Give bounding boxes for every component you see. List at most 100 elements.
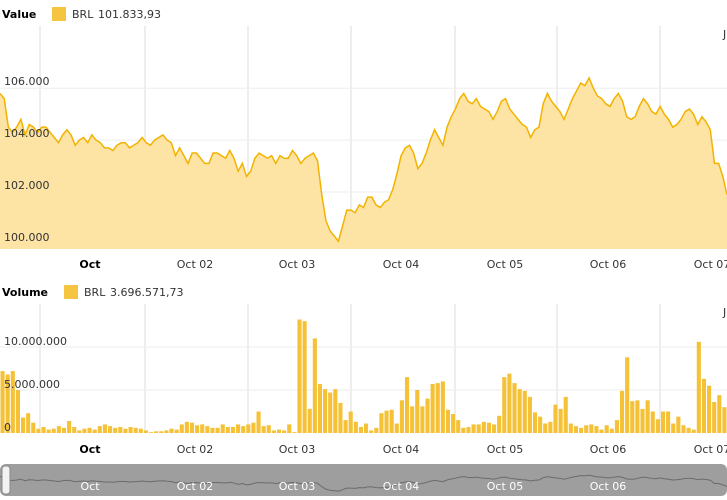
volume-bar[interactable]: [527, 396, 532, 433]
volume-bar[interactable]: [195, 425, 200, 433]
volume-bar[interactable]: [491, 424, 497, 433]
volume-bar[interactable]: [67, 420, 72, 433]
volume-bar[interactable]: [425, 398, 430, 433]
price-legend-swatch[interactable]: [52, 7, 66, 21]
volume-bar[interactable]: [215, 427, 220, 433]
volume-bar[interactable]: [31, 422, 36, 433]
volume-bar[interactable]: [82, 428, 87, 433]
volume-bar[interactable]: [389, 409, 394, 433]
volume-bar[interactable]: [686, 427, 691, 433]
volume-bar[interactable]: [701, 378, 707, 433]
volume-bar[interactable]: [241, 426, 246, 433]
volume-bar[interactable]: [512, 383, 517, 433]
volume-bar[interactable]: [164, 430, 169, 433]
volume-bar[interactable]: [72, 426, 77, 433]
volume-bar[interactable]: [522, 390, 527, 433]
volume-bar[interactable]: [717, 395, 722, 433]
volume-bar[interactable]: [394, 423, 399, 433]
volume-bar[interactable]: [471, 424, 476, 433]
volume-bar[interactable]: [246, 424, 251, 433]
volume-bar[interactable]: [307, 408, 312, 433]
volume-bar[interactable]: [435, 383, 440, 433]
volume-bar[interactable]: [563, 396, 568, 433]
volume-bar[interactable]: [118, 426, 123, 433]
volume-bar[interactable]: [630, 401, 635, 433]
volume-bar[interactable]: [532, 412, 538, 433]
volume-bar[interactable]: [579, 427, 584, 433]
volume-bar[interactable]: [189, 422, 195, 433]
volume-bar[interactable]: [486, 422, 491, 433]
volume-bar[interactable]: [466, 426, 471, 433]
volume-bar[interactable]: [650, 411, 655, 434]
volume-bar[interactable]: [568, 423, 573, 433]
volume-bar[interactable]: [266, 425, 271, 433]
volume-bar[interactable]: [681, 425, 686, 433]
volume-bar[interactable]: [225, 426, 230, 433]
volume-bar[interactable]: [384, 410, 389, 433]
volume-bar[interactable]: [333, 389, 338, 433]
volume-bar[interactable]: [671, 423, 676, 433]
volume-bar[interactable]: [159, 431, 164, 433]
volume-bar[interactable]: [302, 321, 307, 433]
volume-bar[interactable]: [548, 421, 553, 433]
volume-bar[interactable]: [507, 373, 512, 433]
volume-bar[interactable]: [619, 390, 625, 433]
volume-bar[interactable]: [200, 424, 205, 433]
volume-bar[interactable]: [236, 424, 241, 433]
volume-bar[interactable]: [108, 426, 113, 433]
volume-bar[interactable]: [256, 411, 261, 434]
volume-bar[interactable]: [640, 408, 645, 433]
volume-bar[interactable]: [502, 377, 507, 433]
volume-bar[interactable]: [625, 357, 630, 433]
volume-bar[interactable]: [210, 427, 215, 433]
volume-bar[interactable]: [374, 427, 379, 433]
volume-bar[interactable]: [174, 429, 179, 433]
volume-bar[interactable]: [323, 389, 328, 433]
volume-bar[interactable]: [20, 417, 26, 433]
volume-bar[interactable]: [604, 425, 609, 433]
volume-bar[interactable]: [538, 416, 543, 433]
volume-bar[interactable]: [179, 424, 184, 433]
volume-bar[interactable]: [113, 427, 118, 433]
volume-bar[interactable]: [430, 383, 435, 433]
volume-bar[interactable]: [138, 428, 143, 433]
volume-bar[interactable]: [271, 430, 276, 433]
volume-bar[interactable]: [51, 428, 56, 433]
volume-bar[interactable]: [261, 426, 266, 433]
volume-bar[interactable]: [36, 428, 41, 433]
volume-bar[interactable]: [543, 423, 548, 433]
volume-bar[interactable]: [451, 414, 456, 433]
navigator-left-handle[interactable]: [1, 465, 11, 495]
volume-bar[interactable]: [276, 429, 282, 433]
volume-bar[interactable]: [287, 424, 292, 433]
volume-bar[interactable]: [399, 400, 404, 433]
volume-bar[interactable]: [102, 424, 108, 433]
volume-bar[interactable]: [676, 416, 681, 433]
volume-bar[interactable]: [41, 426, 46, 433]
volume-bar[interactable]: [369, 430, 374, 433]
volume-bar[interactable]: [169, 428, 174, 433]
volume-bar[interactable]: [292, 432, 297, 433]
volume-bar[interactable]: [614, 420, 619, 433]
volume-bar[interactable]: [696, 341, 701, 433]
volume-bar[interactable]: [517, 389, 522, 433]
volume-bar[interactable]: [594, 426, 599, 433]
volume-bar[interactable]: [691, 429, 696, 433]
volume-bar[interactable]: [56, 426, 61, 433]
volume-bar[interactable]: [635, 400, 640, 433]
volume-bar[interactable]: [481, 421, 486, 433]
volume-bar[interactable]: [128, 426, 133, 433]
volume-bar[interactable]: [92, 429, 97, 433]
volume-bar[interactable]: [445, 409, 451, 433]
volume-bar[interactable]: [317, 383, 323, 433]
volume-bar[interactable]: [15, 390, 20, 433]
volume-bar[interactable]: [343, 420, 348, 433]
volume-bar[interactable]: [77, 430, 82, 433]
volume-bar[interactable]: [415, 390, 420, 433]
volume-bar[interactable]: [154, 431, 159, 433]
volume-bar[interactable]: [712, 402, 717, 433]
volume-bar[interactable]: [609, 428, 614, 433]
volume-bar[interactable]: [666, 411, 671, 434]
volume-bar[interactable]: [205, 426, 210, 433]
volume-bar[interactable]: [123, 428, 128, 433]
